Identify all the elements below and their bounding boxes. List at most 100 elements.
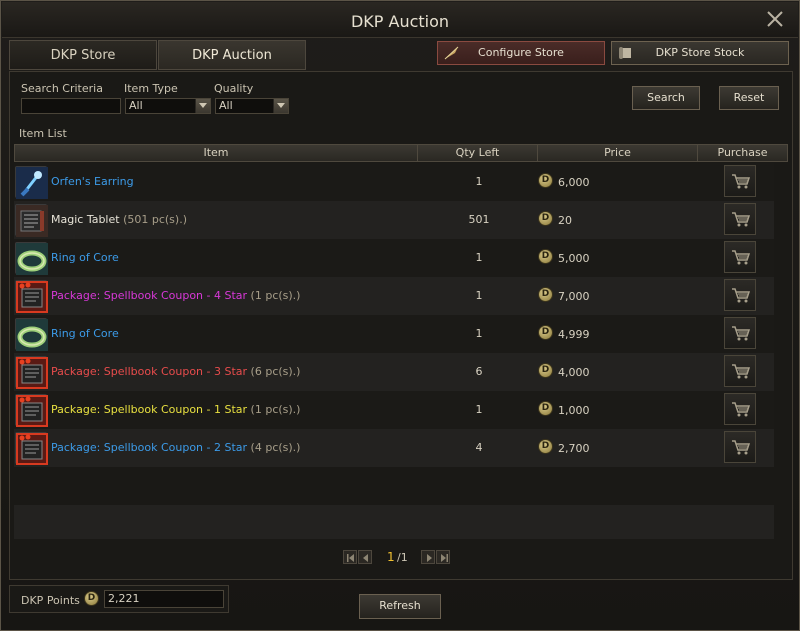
qty-left: 1 — [475, 327, 483, 340]
tab-dkp-store[interactable]: DKP Store — [9, 40, 157, 70]
prev-page-icon — [363, 554, 368, 562]
next-page-button[interactable] — [421, 550, 435, 564]
item-count: (4 pc(s).) — [250, 441, 301, 454]
search-criteria-input[interactable] — [21, 98, 121, 114]
quality-label: Quality — [214, 82, 254, 95]
spellbook-package-icon[interactable] — [15, 280, 48, 313]
cart-icon — [732, 250, 751, 265]
window-title: DKP Auction — [350, 12, 450, 31]
column-header-item[interactable]: Item — [15, 145, 418, 161]
spellbook-package-icon[interactable] — [15, 432, 48, 465]
spellbook-package-icon[interactable] — [15, 356, 48, 389]
purchase-button[interactable] — [724, 279, 756, 311]
qty-left: 1 — [475, 251, 483, 264]
table-row[interactable]: Ring of Core 1 D 5,000 — [14, 239, 774, 277]
tab-dkp-auction[interactable]: DKP Auction — [158, 40, 306, 70]
search-criteria-label: Search Criteria — [21, 82, 103, 95]
item-name-text: Magic Tablet — [51, 213, 120, 226]
table-row[interactable]: Package: Spellbook Coupon - 4 Star (1 pc… — [14, 277, 774, 315]
item-type-label: Item Type — [124, 82, 178, 95]
dkp-coin-icon: D — [538, 249, 553, 264]
first-page-button[interactable] — [343, 550, 357, 564]
empty-list-area — [14, 505, 774, 539]
purchase-button[interactable] — [724, 165, 756, 197]
spellbook-package-icon[interactable] — [15, 394, 48, 427]
configure-store-button[interactable]: Configure Store — [437, 41, 605, 65]
item-count: (1 pc(s).) — [250, 403, 301, 416]
item-name: Orfen's Earring — [51, 175, 134, 188]
table-row[interactable]: Package: Spellbook Coupon - 1 Star (1 pc… — [14, 391, 774, 429]
cart-icon — [732, 174, 751, 189]
configure-store-label: Configure Store — [478, 46, 564, 59]
item-count: (6 pc(s).) — [250, 365, 301, 378]
first-page-icon — [347, 554, 354, 562]
dkp-points-box: DKP Points D 2,221 — [9, 585, 229, 613]
cart-icon — [732, 288, 751, 303]
cart-icon — [732, 326, 751, 341]
chevron-down-icon — [273, 99, 288, 113]
table-row[interactable]: Magic Tablet (501 pc(s).) 501 D 20 — [14, 201, 774, 239]
qty-left: 6 — [475, 365, 483, 378]
current-page: 1 — [387, 550, 395, 564]
purchase-button[interactable] — [724, 431, 756, 463]
item-name-text: Ring of Core — [51, 327, 119, 340]
close-icon[interactable] — [766, 10, 784, 28]
table-row[interactable]: Package: Spellbook Coupon - 2 Star (4 pc… — [14, 429, 774, 467]
item-name: Package: Spellbook Coupon - 4 Star (1 pc… — [51, 289, 300, 302]
dkp-coin-icon: D — [538, 325, 553, 340]
column-header-price[interactable]: Price — [538, 145, 698, 161]
dkp-store-stock-button[interactable]: DKP Store Stock — [611, 41, 789, 65]
item-name: Package: Spellbook Coupon - 1 Star (1 pc… — [51, 403, 300, 416]
table-header: Item Qty Left Price Purchase — [14, 144, 788, 162]
total-pages: /1 — [397, 551, 408, 564]
table-row[interactable]: Orfen's Earring 1 D 6,000 — [14, 163, 774, 201]
cart-icon — [732, 402, 751, 417]
ring-icon[interactable] — [15, 318, 48, 351]
column-header-qty[interactable]: Qty Left — [418, 145, 538, 161]
item-name-text: Package: Spellbook Coupon - 2 Star — [51, 441, 248, 454]
price: 1,000 — [558, 404, 590, 417]
purchase-button[interactable] — [724, 241, 756, 273]
scroll-icon — [617, 45, 635, 61]
dkp-coin-icon: D — [538, 173, 553, 188]
quality-value: All — [219, 99, 233, 112]
last-page-icon — [441, 554, 448, 562]
dkp-auction-window: DKP Auction DKP Store DKP Auction Config… — [0, 0, 800, 631]
last-page-button[interactable] — [436, 550, 450, 564]
dkp-coin-icon: D — [538, 287, 553, 302]
next-page-icon — [427, 554, 432, 562]
purchase-button[interactable] — [724, 203, 756, 235]
price: 4,999 — [558, 328, 590, 341]
dkp-store-stock-label: DKP Store Stock — [655, 46, 745, 59]
item-name: Magic Tablet (501 pc(s).) — [51, 213, 187, 226]
prev-page-button[interactable] — [358, 550, 372, 564]
quality-select[interactable]: All — [215, 98, 289, 114]
item-name: Ring of Core — [51, 251, 119, 264]
table-row[interactable]: Ring of Core 1 D 4,999 — [14, 315, 774, 353]
title-bar[interactable]: DKP Auction — [2, 2, 798, 38]
table-row[interactable]: Package: Spellbook Coupon - 3 Star (6 pc… — [14, 353, 774, 391]
refresh-button[interactable]: Refresh — [359, 594, 441, 619]
dkp-coin-icon: D — [538, 439, 553, 454]
item-count: (1 pc(s).) — [250, 289, 301, 302]
price: 20 — [558, 214, 572, 227]
price: 5,000 — [558, 252, 590, 265]
item-name: Package: Spellbook Coupon - 3 Star (6 pc… — [51, 365, 300, 378]
price: 2,700 — [558, 442, 590, 455]
item-name-text: Ring of Core — [51, 251, 119, 264]
purchase-button[interactable] — [724, 355, 756, 387]
tablet-icon[interactable] — [15, 204, 48, 237]
ring-icon[interactable] — [15, 242, 48, 275]
purchase-button[interactable] — [724, 317, 756, 349]
purchase-button[interactable] — [724, 393, 756, 425]
search-button[interactable]: Search — [632, 86, 700, 110]
item-name-text: Package: Spellbook Coupon - 3 Star — [51, 365, 248, 378]
cart-icon — [732, 212, 751, 227]
earring-icon[interactable] — [15, 166, 48, 199]
column-header-purchase: Purchase — [717, 146, 768, 159]
price: 6,000 — [558, 176, 590, 189]
item-type-select[interactable]: All — [125, 98, 211, 114]
item-type-value: All — [129, 99, 143, 112]
reset-button[interactable]: Reset — [719, 86, 779, 110]
item-name: Package: Spellbook Coupon - 2 Star (4 pc… — [51, 441, 300, 454]
